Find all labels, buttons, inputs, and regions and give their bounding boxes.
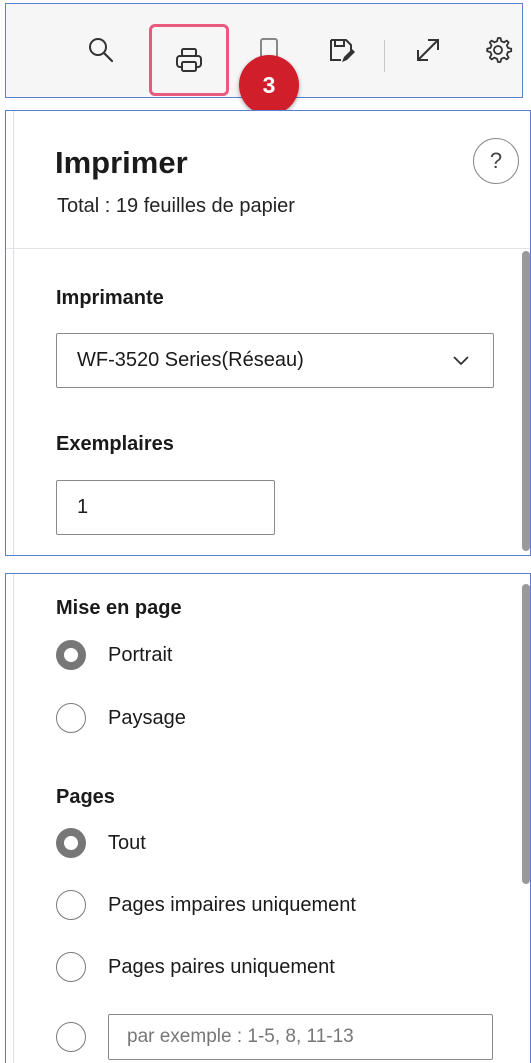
radio-button[interactable] [56, 952, 86, 982]
scrollbar[interactable] [522, 584, 530, 884]
printer-dropdown[interactable]: WF-3520 Series(Réseau) [56, 333, 494, 388]
copies-value: 1 [77, 496, 89, 518]
page-range-input[interactable]: par exemple : 1-5, 8, 11-13 [108, 1014, 493, 1060]
pages-label: Pages [56, 786, 115, 808]
radio-button[interactable] [56, 1022, 86, 1052]
print-button[interactable] [149, 24, 229, 96]
radio-even-pages[interactable]: Pages paires uniquement [56, 952, 335, 982]
expand-icon [417, 39, 439, 61]
radio-button-checked[interactable] [56, 828, 86, 858]
panel-title: Imprimer [55, 145, 188, 180]
search-button[interactable] [79, 28, 123, 72]
panel-edge [6, 574, 14, 1063]
radio-button-checked[interactable] [56, 640, 86, 670]
save-as-icon [330, 39, 355, 62]
save-as-button[interactable] [319, 28, 363, 72]
radio-odd-pages[interactable]: Pages impaires uniquement [56, 890, 356, 920]
radio-label: Pages paires uniquement [108, 955, 335, 978]
layout-label: Mise en page [56, 597, 182, 619]
radio-landscape[interactable]: Paysage [56, 703, 186, 733]
radio-portrait[interactable]: Portrait [56, 640, 172, 670]
radio-label: Paysage [108, 706, 186, 729]
page-range-placeholder: par exemple : 1-5, 8, 11-13 [127, 1026, 354, 1047]
radio-label: Pages impaires uniquement [108, 893, 356, 916]
scrollbar[interactable] [522, 251, 530, 551]
panel-edge [6, 111, 14, 555]
toolbar-divider [384, 40, 385, 72]
copies-input[interactable]: 1 [56, 480, 275, 535]
print-options-panel: Mise en page Portrait Paysage Pages Tout… [5, 573, 531, 1063]
radio-button[interactable] [56, 890, 86, 920]
printer-value: WF-3520 Series(Réseau) [77, 349, 304, 371]
printer-label: Imprimante [56, 287, 164, 309]
search-icon [89, 38, 114, 63]
printer-icon [176, 48, 202, 72]
fullscreen-button[interactable] [406, 28, 450, 72]
help-icon: ? [489, 148, 503, 173]
radio-button[interactable] [56, 703, 86, 733]
help-button[interactable]: ? [473, 138, 519, 184]
step-badge: 3 [239, 55, 299, 115]
gear-icon [486, 37, 513, 63]
radio-custom-pages[interactable]: par exemple : 1-5, 8, 11-13 [56, 1014, 493, 1060]
copies-label: Exemplaires [56, 433, 174, 455]
sheet-count-text: Total : 19 feuilles de papier [57, 195, 295, 217]
radio-all-pages[interactable]: Tout [56, 828, 146, 858]
settings-button[interactable] [476, 28, 520, 72]
divider [6, 248, 530, 249]
radio-label: Portrait [108, 643, 173, 666]
radio-label: Tout [108, 831, 146, 854]
chevron-down-icon [453, 356, 469, 366]
toolbar: 3 [5, 3, 523, 115]
print-panel: Imprimer Total : 19 feuilles de papier ?… [5, 110, 531, 556]
